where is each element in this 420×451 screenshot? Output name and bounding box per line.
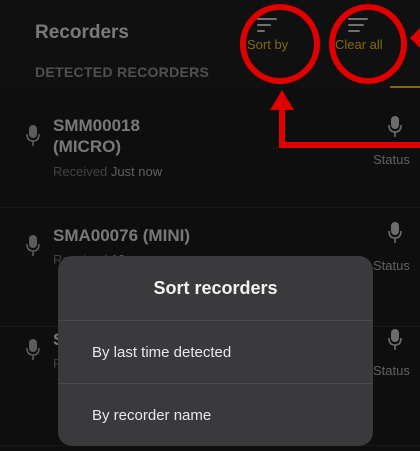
sort-option-recorder-name[interactable]: By recorder name xyxy=(58,384,373,446)
sort-recorders-sheet: Sort recorders By last time detected By … xyxy=(58,256,373,446)
recorders-screen: Recorders DETECTED RECORDERS Sort by Cle… xyxy=(0,0,420,451)
annotation-arrows xyxy=(270,28,420,148)
sort-option-last-detected[interactable]: By last time detected xyxy=(58,321,373,384)
sheet-title: Sort recorders xyxy=(58,256,373,321)
